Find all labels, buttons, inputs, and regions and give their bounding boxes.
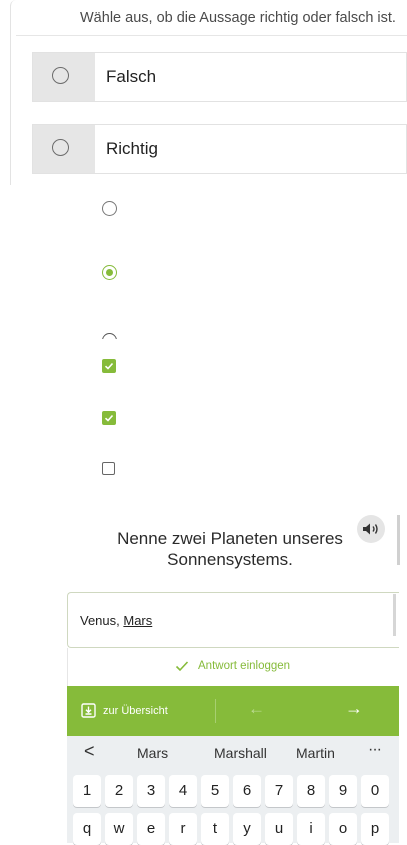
key-r[interactable]: r — [169, 813, 197, 845]
key-u[interactable]: u — [265, 813, 293, 845]
key-t[interactable]: t — [201, 813, 229, 845]
radio-checked-icon[interactable] — [102, 265, 117, 280]
key-0[interactable]: 0 — [361, 775, 389, 807]
navbar-divider — [215, 699, 216, 723]
divider — [16, 35, 407, 36]
speaker-icon[interactable] — [357, 515, 385, 543]
key-3[interactable]: 3 — [137, 775, 165, 807]
key-q[interactable]: q — [73, 813, 101, 845]
onscreen-keyboard: < Mars Marshall Martin ··· 1 2 3 4 5 6 7… — [67, 736, 399, 845]
key-9[interactable]: 9 — [329, 775, 357, 807]
key-e[interactable]: e — [137, 813, 165, 845]
key-7[interactable]: 7 — [265, 775, 293, 807]
key-1[interactable]: 1 — [73, 775, 101, 807]
input-scrollbar[interactable] — [393, 594, 396, 636]
key-i[interactable]: i — [297, 813, 325, 845]
chevron-left-icon[interactable]: < — [84, 741, 95, 762]
scrollbar[interactable] — [397, 515, 400, 565]
radio-unchecked-icon[interactable] — [52, 67, 69, 84]
answer-input-value[interactable]: Venus, Mars — [80, 613, 152, 628]
suggestion-item[interactable]: Martin — [296, 745, 335, 761]
key-6[interactable]: 6 — [233, 775, 261, 807]
check-icon — [175, 661, 189, 672]
radio-empty-icon[interactable] — [102, 201, 117, 216]
overview-download-icon[interactable] — [81, 703, 96, 718]
radio-unchecked-icon[interactable] — [52, 139, 69, 156]
key-p[interactable]: p — [361, 813, 389, 845]
key-o[interactable]: o — [329, 813, 357, 845]
option-label: Richtig — [106, 139, 158, 158]
overview-button[interactable]: zur Übersicht — [103, 705, 168, 717]
checkbox-checked-icon[interactable] — [102, 359, 116, 373]
next-arrow-icon[interactable]: → — [345, 698, 363, 719]
suggestion-item[interactable]: Marshall — [214, 745, 267, 761]
key-8[interactable]: 8 — [297, 775, 325, 807]
option-label: Falsch — [106, 67, 157, 86]
panel-edge-line — [10, 0, 17, 185]
checkbox-checked-icon[interactable] — [102, 411, 116, 425]
option-falsch[interactable]: Falsch — [32, 52, 407, 102]
question-text: Nenne zwei Planeten unseres Sonnensystem… — [117, 529, 343, 569]
option-radio-area[interactable] — [33, 125, 95, 173]
prev-arrow-icon[interactable]: ← — [248, 699, 265, 719]
key-4[interactable]: 4 — [169, 775, 197, 807]
submit-label: Antwort einloggen — [198, 660, 291, 672]
submit-answer-button[interactable]: Antwort einloggen — [67, 648, 399, 686]
suggestion-item[interactable]: Mars — [137, 745, 168, 761]
bottom-navbar: zur Übersicht ← → — [67, 686, 399, 736]
key-y[interactable]: y — [233, 813, 261, 845]
suggestion-bar: < Mars Marshall Martin ··· — [67, 736, 399, 770]
key-5[interactable]: 5 — [201, 775, 229, 807]
key-2[interactable]: 2 — [105, 775, 133, 807]
answer-input[interactable]: Venus, Mars — [67, 592, 399, 648]
more-icon[interactable]: ··· — [368, 741, 382, 759]
instruction-text: Wähle aus, ob die Aussage richtig oder f… — [80, 10, 396, 26]
checkbox-empty-icon[interactable] — [102, 462, 115, 475]
radio-partial-icon — [102, 333, 117, 339]
key-w[interactable]: w — [105, 813, 133, 845]
option-richtig[interactable]: Richtig — [32, 124, 407, 174]
option-radio-area[interactable] — [33, 53, 95, 101]
